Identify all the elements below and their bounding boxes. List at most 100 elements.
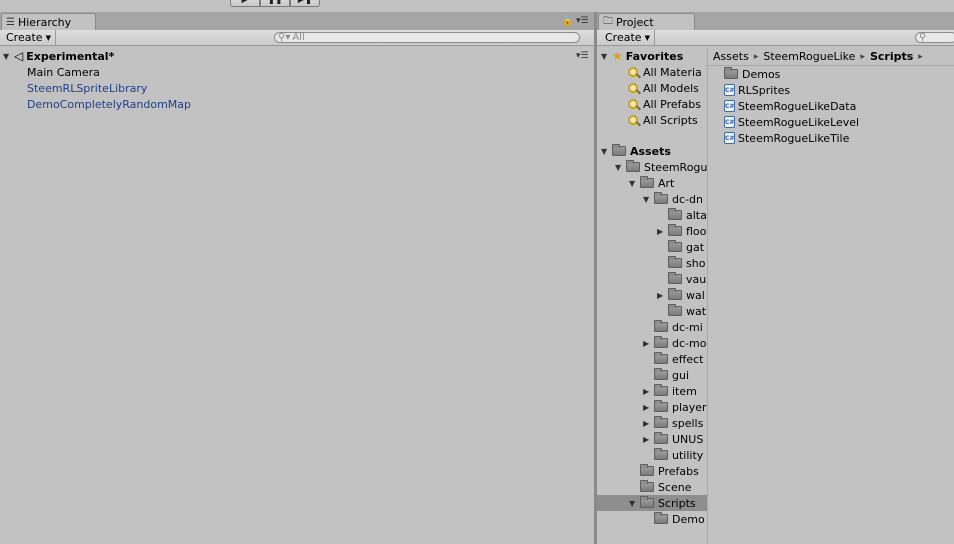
play-button[interactable]: ▶ bbox=[230, 0, 260, 7]
project-file-item[interactable]: C# SteemRogueLikeLevel bbox=[708, 114, 954, 130]
folder-icon bbox=[668, 240, 682, 252]
expand-closed-icon[interactable]: ▶ bbox=[643, 387, 654, 396]
panel-menu-icon[interactable]: ▾☰ bbox=[576, 16, 589, 26]
tree-folder-item[interactable]: ▶ player bbox=[597, 399, 707, 415]
folder-icon bbox=[654, 384, 668, 396]
expand-closed-icon[interactable]: ▶ bbox=[643, 435, 654, 444]
project-file-item[interactable]: C# SteemRogueLikeData bbox=[708, 98, 954, 114]
project-file-item[interactable]: C# SteemRogueLikeTile bbox=[708, 130, 954, 146]
tree-folder-label: Scene bbox=[658, 480, 692, 494]
tree-folder-item[interactable]: ▼ dc-dn bbox=[597, 191, 707, 207]
tree-folder-item[interactable]: ▶ UNUS bbox=[597, 431, 707, 447]
hierarchy-search-input[interactable]: ⚲▾ All bbox=[274, 32, 580, 43]
expand-open-icon[interactable]: ▼ bbox=[629, 499, 640, 508]
folder-icon bbox=[654, 448, 668, 460]
favorites-row[interactable]: ▼ ★ Favorites bbox=[597, 48, 707, 64]
tree-folder-item[interactable]: ▼ Scripts bbox=[597, 495, 707, 511]
hierarchy-item-label: Main Camera bbox=[27, 65, 100, 79]
hierarchy-toolbar: Create ▼ ⚲▾ All bbox=[0, 30, 594, 46]
tab-hierarchy[interactable]: ☰ Hierarchy bbox=[1, 13, 96, 30]
tree-folder-item[interactable]: sho bbox=[597, 255, 707, 271]
favorite-item[interactable]: All Materia bbox=[597, 64, 707, 80]
expand-open-icon[interactable]: ▼ bbox=[629, 179, 640, 188]
tree-folder-label: wal bbox=[686, 288, 705, 302]
tree-folder-item[interactable]: effect bbox=[597, 351, 707, 367]
project-panel: 🗀 Project Create ▼ ⚲ ▼ ★ Favorites All M… bbox=[597, 12, 954, 544]
breadcrumb-item[interactable]: Scripts bbox=[870, 50, 913, 63]
tree-folder-item[interactable]: dc-mi bbox=[597, 319, 707, 335]
project-file-item[interactable]: Demos bbox=[708, 66, 954, 82]
expand-closed-icon[interactable]: ▶ bbox=[643, 419, 654, 428]
expand-open-icon[interactable]: ▼ bbox=[615, 163, 626, 172]
tree-folder-item[interactable]: gui bbox=[597, 367, 707, 383]
project-file-label: SteemRogueLikeLevel bbox=[738, 115, 860, 129]
hierarchy-item[interactable]: DemoCompletelyRandomMap bbox=[0, 96, 594, 112]
search-filter-icon bbox=[628, 99, 638, 109]
tree-folder-item[interactable]: alta bbox=[597, 207, 707, 223]
project-file-item[interactable]: C# RLSprites bbox=[708, 82, 954, 98]
folder-icon bbox=[654, 368, 668, 380]
expand-closed-icon[interactable]: ▶ bbox=[657, 291, 668, 300]
tree-folder-item[interactable]: ▶ wal bbox=[597, 287, 707, 303]
hierarchy-create-button[interactable]: Create ▼ bbox=[2, 30, 56, 45]
expand-open-icon[interactable]: ▼ bbox=[3, 52, 14, 61]
breadcrumb-item[interactable]: Assets bbox=[713, 50, 749, 63]
tree-folder-item[interactable]: ▶ floo bbox=[597, 223, 707, 239]
scene-row[interactable]: ▼ ◁ Experimental* ▾☰ bbox=[0, 48, 594, 64]
project-file-label: Demos bbox=[742, 67, 781, 81]
tree-folder-item[interactable]: ▶ item bbox=[597, 383, 707, 399]
tree-folder-item[interactable]: vau bbox=[597, 271, 707, 287]
hierarchy-list: ▼ ◁ Experimental* ▾☰ Main Camera SteemRLS… bbox=[0, 48, 594, 112]
pause-button[interactable]: ❚❚ bbox=[260, 0, 290, 7]
project-create-button[interactable]: Create ▼ bbox=[601, 30, 655, 45]
expand-open-icon[interactable]: ▼ bbox=[643, 195, 654, 204]
csharp-script-icon: C# bbox=[724, 116, 735, 128]
tree-folder-item[interactable]: Prefabs bbox=[597, 463, 707, 479]
expand-closed-icon[interactable]: ▶ bbox=[643, 403, 654, 412]
lock-icon[interactable]: 🔒 bbox=[562, 16, 573, 26]
hierarchy-item[interactable]: Main Camera bbox=[0, 64, 594, 80]
project-search-input[interactable]: ⚲ bbox=[915, 32, 954, 43]
tree-folder-label: sho bbox=[686, 256, 706, 270]
tree-folder-label: utility bbox=[672, 448, 704, 462]
search-icon: ⚲ bbox=[919, 32, 927, 43]
tree-folder-item[interactable]: Demo bbox=[597, 511, 707, 527]
favorite-item[interactable]: All Prefabs bbox=[597, 96, 707, 112]
tree-folder-item[interactable]: Scene bbox=[597, 479, 707, 495]
tree-folder-item[interactable]: wat bbox=[597, 303, 707, 319]
folder-icon bbox=[654, 512, 668, 524]
tree-folder-label: gat bbox=[686, 240, 705, 254]
expand-open-icon[interactable]: ▼ bbox=[601, 52, 612, 61]
project-toolbar: Create ▼ ⚲ bbox=[597, 30, 954, 46]
folder-icon bbox=[668, 288, 682, 300]
tree-folder-item[interactable]: ▶ spells bbox=[597, 415, 707, 431]
tab-project[interactable]: 🗀 Project bbox=[598, 13, 695, 30]
folder-tab-icon: 🗀 bbox=[603, 15, 613, 27]
folder-icon bbox=[668, 208, 682, 220]
tree-folder-label: SteemRogu bbox=[644, 160, 707, 174]
breadcrumb-item[interactable]: SteemRogueLike bbox=[763, 50, 855, 63]
play-controls: ▶ ❚❚ ▶❚ bbox=[230, 0, 320, 8]
folder-icon bbox=[668, 224, 682, 236]
hierarchy-item[interactable]: SteemRLSpriteLibrary bbox=[0, 80, 594, 96]
tree-folder-item[interactable]: gat bbox=[597, 239, 707, 255]
folder-icon bbox=[654, 416, 668, 428]
favorite-item[interactable]: All Scripts bbox=[597, 112, 707, 128]
expand-open-icon[interactable]: ▼ bbox=[601, 147, 612, 156]
step-button[interactable]: ▶❚ bbox=[290, 0, 320, 7]
tree-folder-item[interactable]: ▶ dc-mo bbox=[597, 335, 707, 351]
chevron-down-icon: ▼ bbox=[45, 33, 51, 42]
tree-folder-item[interactable]: ▼ Art bbox=[597, 175, 707, 191]
folder-icon bbox=[654, 320, 668, 332]
project-file-label: SteemRogueLikeData bbox=[738, 99, 857, 113]
folder-icon bbox=[724, 67, 738, 79]
expand-closed-icon[interactable]: ▶ bbox=[657, 227, 668, 236]
tree-folder-item[interactable]: utility bbox=[597, 447, 707, 463]
favorite-item[interactable]: All Models bbox=[597, 80, 707, 96]
tree-folder-label: spells bbox=[672, 416, 704, 430]
scene-menu-icon[interactable]: ▾☰ bbox=[576, 51, 589, 61]
tree-folder-item[interactable]: ▼ Assets bbox=[597, 143, 707, 159]
tree-folder-item[interactable]: ▼ SteemRogu bbox=[597, 159, 707, 175]
expand-closed-icon[interactable]: ▶ bbox=[643, 339, 654, 348]
favorite-item-label: All Materia bbox=[643, 65, 702, 79]
